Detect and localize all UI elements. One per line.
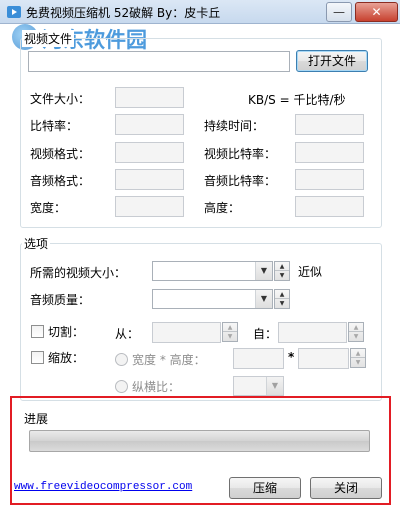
width-height-label: 宽度 * 高度： xyxy=(132,353,206,367)
aspect-ratio-label: 纵横比： xyxy=(132,380,181,394)
cut-to-spinner[interactable]: ▲ ▼ xyxy=(348,322,364,342)
spin-down-icon[interactable]: ▼ xyxy=(275,299,289,308)
aspect-ratio-select[interactable]: ▼ xyxy=(233,376,284,396)
bitrate-value xyxy=(115,114,184,135)
close-window-button[interactable]: ✕ xyxy=(355,2,398,22)
file-size-label: 文件大小： xyxy=(30,92,91,106)
height-label: 高度： xyxy=(204,201,241,215)
duration-value xyxy=(295,114,364,135)
spin-down-icon[interactable]: ▼ xyxy=(349,332,363,341)
scale-label: 缩放： xyxy=(48,351,85,365)
cut-label: 切割： xyxy=(48,325,85,339)
scale-height-input[interactable] xyxy=(298,348,349,369)
video-format-value xyxy=(115,142,184,163)
spin-up-icon[interactable]: ▲ xyxy=(223,323,237,332)
options-group-label: 选项 xyxy=(22,235,51,252)
width-value xyxy=(115,196,184,217)
chevron-down-icon: ▼ xyxy=(255,262,272,280)
audio-format-value xyxy=(115,169,184,190)
spin-down-icon[interactable]: ▼ xyxy=(275,271,289,280)
target-size-select[interactable]: ▼ xyxy=(152,261,273,281)
video-bitrate-value xyxy=(295,142,364,163)
width-height-radio[interactable] xyxy=(115,353,128,366)
window-title: 免费视频压缩机 52破解 By：皮卡丘 xyxy=(26,6,221,20)
file-size-value xyxy=(115,87,184,108)
cut-checkbox[interactable] xyxy=(31,325,44,338)
approx-label: 近似 xyxy=(298,265,323,279)
minimize-button[interactable]: — xyxy=(326,2,352,22)
target-size-spinner[interactable]: ▲ ▼ xyxy=(274,261,290,281)
cut-to-input[interactable] xyxy=(278,322,347,343)
to-label: 自： xyxy=(253,327,278,341)
spin-up-icon[interactable]: ▲ xyxy=(275,290,289,299)
audio-bitrate-label: 音频比特率： xyxy=(204,174,277,188)
highlight-box xyxy=(10,396,391,505)
open-file-button[interactable]: 打开文件 xyxy=(296,50,368,72)
file-group-label: 视频文件 xyxy=(22,30,75,47)
bitrate-label: 比特率： xyxy=(30,119,79,133)
spin-down-icon[interactable]: ▼ xyxy=(351,358,365,367)
spin-up-icon[interactable]: ▲ xyxy=(351,349,365,358)
scale-height-spinner[interactable]: ▲ ▼ xyxy=(350,348,366,368)
from-label: 从： xyxy=(115,327,140,341)
spin-down-icon[interactable]: ▼ xyxy=(223,332,237,341)
audio-quality-spinner[interactable]: ▲ ▼ xyxy=(274,289,290,309)
audio-format-label: 音频格式： xyxy=(30,174,91,188)
spin-up-icon[interactable]: ▲ xyxy=(275,262,289,271)
height-value xyxy=(295,196,364,217)
width-label: 宽度： xyxy=(30,201,67,215)
app-icon xyxy=(7,6,21,18)
audio-bitrate-value xyxy=(295,169,364,190)
video-format-label: 视频格式： xyxy=(30,147,91,161)
chevron-down-icon: ▼ xyxy=(266,377,283,395)
audio-quality-label: 音频质量： xyxy=(30,293,91,307)
unit-note: KB/S = 千比特/秒 xyxy=(248,93,346,107)
file-path-input[interactable] xyxy=(28,51,290,72)
scale-checkbox[interactable] xyxy=(31,351,44,364)
target-size-label: 所需的视频大小： xyxy=(30,266,127,280)
chevron-down-icon: ▼ xyxy=(255,290,272,308)
aspect-ratio-radio[interactable] xyxy=(115,380,128,393)
cut-from-spinner[interactable]: ▲ ▼ xyxy=(222,322,238,342)
audio-quality-select[interactable]: ▼ xyxy=(152,289,273,309)
cut-from-input[interactable] xyxy=(152,322,221,343)
spin-up-icon[interactable]: ▲ xyxy=(349,323,363,332)
duration-label: 持续时间： xyxy=(204,119,265,133)
scale-width-input[interactable] xyxy=(233,348,284,369)
title-bar[interactable]: 免费视频压缩机 52破解 By：皮卡丘 — ✕ xyxy=(0,0,400,24)
video-bitrate-label: 视频比特率： xyxy=(204,147,277,161)
times-sign: * xyxy=(288,350,295,364)
